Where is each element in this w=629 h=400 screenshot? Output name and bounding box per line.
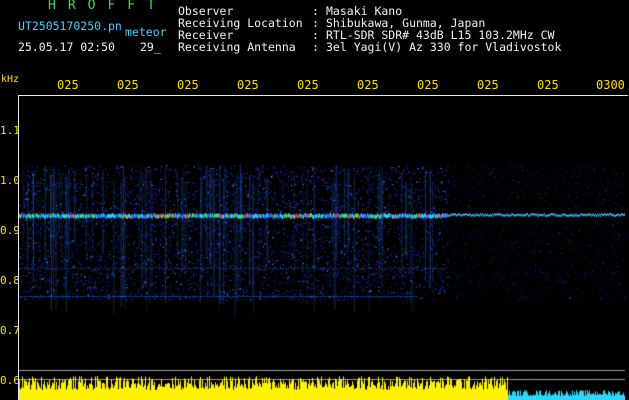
info-row-antenna: Receiving Antenna : 3el Yagi(V) Az 330 f… — [178, 41, 598, 53]
time-tick: 025 — [357, 78, 379, 92]
time-tick: 025 — [477, 78, 499, 92]
date-time: 25.05.17 02:50 — [18, 40, 115, 54]
freq-tick: 1.0 — [0, 174, 20, 187]
detection-count: 29_ — [140, 40, 161, 54]
freq-tick: 1.1 — [0, 124, 20, 137]
frequency-axis: 1.1 1.0 0.9 0.8 0.7 0.6 — [0, 95, 20, 400]
time-tick: 0300 — [596, 78, 625, 92]
time-tick: 025 — [57, 78, 79, 92]
info-label: Receiving Antenna — [178, 40, 296, 54]
info-value: 3el Yagi(V) Az 330 for Vladivostok — [326, 40, 562, 54]
waterfall-canvas — [18, 95, 625, 400]
time-tick: 025 — [297, 78, 319, 92]
time-tick: 025 — [417, 78, 439, 92]
freq-tick: 0.7 — [0, 324, 20, 337]
file-name: UT2505170250.pn — [18, 19, 122, 33]
info-separator: : — [312, 40, 319, 54]
station-info: Observer : Masaki Kano Receiving Locatio… — [178, 5, 598, 53]
time-axis: 025 025 025 025 025 025 025 025 025 0300 — [0, 78, 629, 94]
freq-tick: 0.9 — [0, 224, 20, 237]
file-suffix: meteor — [125, 25, 167, 39]
time-tick: 025 — [117, 78, 139, 92]
spectrogram — [18, 95, 625, 400]
header: HROFFT UT2505170250.pn meteor 25.05.17 0… — [0, 0, 629, 58]
app-title: HROFFT — [48, 0, 167, 13]
time-tick: 025 — [537, 78, 559, 92]
time-tick: 025 — [177, 78, 199, 92]
time-tick: 025 — [237, 78, 259, 92]
freq-tick: 0.8 — [0, 274, 20, 287]
freq-tick: 0.6 — [0, 374, 20, 387]
